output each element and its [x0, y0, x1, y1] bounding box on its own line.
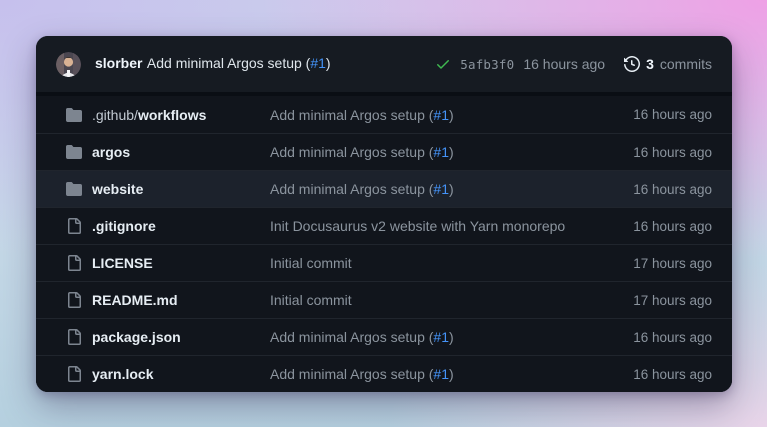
row-commit-message[interactable]: Add minimal Argos setup (#1) — [270, 181, 633, 197]
commit-time: 16 hours ago — [523, 56, 605, 72]
row-commit-date: 17 hours ago — [633, 293, 712, 308]
pr-link[interactable]: #1 — [433, 107, 449, 123]
row-commit-date: 16 hours ago — [633, 107, 712, 122]
file-icon — [56, 366, 92, 382]
file-row[interactable]: yarn.lock Add minimal Argos setup (#1) 1… — [36, 355, 732, 392]
row-commit-message[interactable]: Initial commit — [270, 255, 633, 271]
row-commit-message[interactable]: Add minimal Argos setup (#1) — [270, 329, 633, 345]
path-prefix[interactable]: .github/ — [92, 107, 138, 123]
file-row[interactable]: website Add minimal Argos setup (#1) 16 … — [36, 170, 732, 207]
avatar[interactable] — [56, 52, 81, 77]
file-link[interactable]: website — [92, 181, 143, 197]
file-table: .github/workflows Add minimal Argos setu… — [36, 96, 732, 392]
folder-icon — [56, 107, 92, 123]
row-commit-date: 16 hours ago — [633, 367, 712, 382]
row-commit-date: 16 hours ago — [633, 145, 712, 160]
file-row[interactable]: argos Add minimal Argos setup (#1) 16 ho… — [36, 133, 732, 170]
pr-link[interactable]: #1 — [433, 366, 449, 382]
file-link[interactable]: .gitignore — [92, 218, 156, 234]
row-commit-date: 16 hours ago — [633, 330, 712, 345]
commits-count: 3 — [646, 56, 654, 72]
file-icon — [56, 329, 92, 345]
commits-label: commits — [660, 56, 712, 72]
file-link[interactable]: LICENSE — [92, 255, 153, 271]
row-commit-message[interactable]: Add minimal Argos setup (#1) — [270, 144, 633, 160]
file-link[interactable]: argos — [92, 144, 130, 160]
folder-icon — [56, 144, 92, 160]
file-row[interactable]: package.json Add minimal Argos setup (#1… — [36, 318, 732, 355]
folder-icon — [56, 181, 92, 197]
repo-file-browser: slorber Add minimal Argos setup (#1) 5af… — [36, 36, 732, 392]
row-commit-date: 17 hours ago — [633, 256, 712, 271]
file-icon — [56, 218, 92, 234]
row-commit-date: 16 hours ago — [633, 219, 712, 234]
file-link[interactable]: package.json — [92, 329, 181, 345]
file-row[interactable]: .github/workflows Add minimal Argos setu… — [36, 96, 732, 133]
commits-link[interactable]: 3 commits — [624, 56, 712, 72]
row-commit-date: 16 hours ago — [633, 182, 712, 197]
pr-link[interactable]: #1 — [433, 181, 449, 197]
commit-author[interactable]: slorber — [95, 55, 142, 71]
file-icon — [56, 255, 92, 271]
file-link[interactable]: workflows — [138, 107, 206, 123]
latest-commit-bar: slorber Add minimal Argos setup (#1) 5af… — [36, 36, 732, 92]
commit-message[interactable]: Add minimal Argos setup (#1) — [147, 55, 331, 71]
file-row[interactable]: .gitignore Init Docusaurus v2 website wi… — [36, 207, 732, 244]
file-icon — [56, 292, 92, 308]
file-link[interactable]: README.md — [92, 292, 178, 308]
commit-hash[interactable]: 5afb3f0 — [460, 57, 514, 72]
pr-link[interactable]: #1 — [433, 329, 449, 345]
pr-link[interactable]: #1 — [310, 55, 326, 71]
row-commit-message[interactable]: Init Docusaurus v2 website with Yarn mon… — [270, 218, 633, 234]
file-link[interactable]: yarn.lock — [92, 366, 153, 382]
check-icon — [435, 56, 451, 72]
row-commit-message[interactable]: Add minimal Argos setup (#1) — [270, 366, 633, 382]
history-icon — [624, 56, 640, 72]
pr-link[interactable]: #1 — [433, 144, 449, 160]
file-row[interactable]: README.md Initial commit 17 hours ago — [36, 281, 732, 318]
file-row[interactable]: LICENSE Initial commit 17 hours ago — [36, 244, 732, 281]
row-commit-message[interactable]: Add minimal Argos setup (#1) — [270, 107, 633, 123]
row-commit-message[interactable]: Initial commit — [270, 292, 633, 308]
